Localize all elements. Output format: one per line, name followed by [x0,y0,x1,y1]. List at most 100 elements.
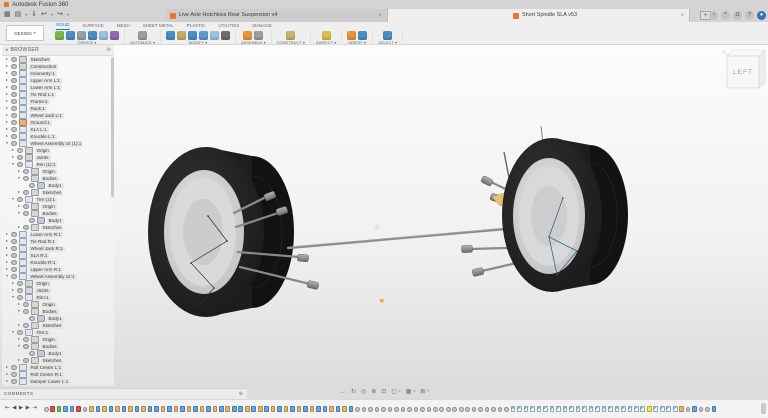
look-at-icon[interactable]: ◎ [361,389,366,395]
joint-icon[interactable] [433,407,438,412]
browser-item[interactable]: ▸Roll Center R:1 [2,371,114,378]
browser-item[interactable]: ▸Tie Rod R:1 [2,238,114,245]
browser-item[interactable]: ▸Sketches [2,224,114,231]
expand-arrow-icon[interactable]: ▸ [5,114,9,118]
joint-origin-icon[interactable] [666,406,671,412]
joint-origin-icon[interactable] [628,406,633,412]
joint-icon[interactable] [44,407,49,412]
feature-blue-icon[interactable] [692,406,697,412]
feature-tan-icon[interactable] [213,406,218,412]
expand-arrow-icon[interactable]: ▾ [17,310,21,314]
expand-arrow-icon[interactable]: ▸ [17,226,21,230]
browser-item[interactable]: ▸Origin [2,301,114,308]
joint-icon[interactable] [388,407,393,412]
browser-item[interactable]: ▾Wheel Assembly v2 (1):1 [2,140,114,147]
visibility-eye-icon[interactable] [11,64,17,70]
view-cube-home-icon[interactable]: ⌂ [722,49,726,56]
feature-blue-icon[interactable] [264,406,269,412]
insert-tool-icon-2[interactable] [358,31,367,40]
joint-origin-icon[interactable] [634,406,639,412]
visibility-eye-icon[interactable] [11,57,17,63]
feature-green-icon[interactable] [57,406,62,412]
grid-and-snaps-icon[interactable]: ▦ [406,389,412,395]
browser-item[interactable]: ▸Wheel Jack R:1 [2,245,114,252]
document-tab[interactable]: Short Spindle SLA v53× [388,9,690,22]
modify-tool-icon-1[interactable] [166,31,175,40]
viewports-icon-caret[interactable]: ▾ [427,390,429,394]
browser-item[interactable]: ▸SLA L:1 [2,126,114,133]
browser-item[interactable]: ▸Sketches [2,322,114,329]
feature-tan-icon[interactable] [89,406,94,412]
visibility-eye-icon[interactable] [23,309,29,315]
browser-item[interactable]: ▸Joints [2,287,114,294]
visibility-eye-icon[interactable] [11,127,17,133]
expand-arrow-icon[interactable]: ▾ [17,177,21,181]
joint-origin-icon[interactable] [511,406,516,412]
help-icon[interactable]: ? [745,11,754,20]
joint-icon[interactable] [381,407,386,412]
expand-arrow-icon[interactable]: ▸ [5,233,9,237]
browser-scrollbar[interactable] [111,57,114,197]
origin-marker-dot[interactable] [380,299,384,303]
browser-item[interactable]: ▸Roll Center L:1 [2,364,114,371]
ribbon-tab-utilities[interactable]: UTILITIES [218,24,239,29]
visibility-eye-icon[interactable] [11,92,17,98]
browser-item[interactable]: ▸SLA R:1 [2,252,114,259]
visibility-eye-icon[interactable] [17,197,23,203]
visibility-eye-icon[interactable] [17,155,23,161]
expand-arrow-icon[interactable]: ▸ [5,65,9,69]
browser-item[interactable]: Body1 [2,182,114,189]
visibility-eye-icon[interactable] [23,176,29,182]
browser-item[interactable]: ▾Bodies [2,343,114,350]
expand-arrow-icon[interactable]: ▸ [5,240,9,244]
joint-icon[interactable] [427,407,432,412]
tab-close-icon[interactable]: × [378,13,382,19]
joint-origin-icon[interactable] [537,406,542,412]
expand-arrow-icon[interactable]: ▸ [11,156,15,160]
assemble-tool-icon-1[interactable] [243,31,252,40]
create-tool-icon-2[interactable] [66,31,75,40]
extensions-icon[interactable]: * [721,11,730,20]
notifications-bell-icon[interactable]: Ω [733,11,742,20]
visibility-eye-icon[interactable] [23,337,29,343]
expand-arrow-icon[interactable]: ▸ [5,72,9,76]
browser-item[interactable]: ▸Origin [2,203,114,210]
browser-item[interactable]: ▾Wheel Assembly v2:1 [2,273,114,280]
timeline-scrollbar[interactable] [761,403,766,414]
browser-item[interactable]: ▸Joints [2,154,114,161]
feature-blue-icon[interactable] [135,406,140,412]
joint-origin-icon[interactable] [595,406,600,412]
feature-blue-icon[interactable] [63,406,68,412]
browser-item[interactable]: ▸Lower Arm R:1 [2,231,114,238]
visibility-eye-icon[interactable] [17,288,23,294]
visibility-eye-icon[interactable] [11,99,17,105]
modify-tool-icon-5[interactable] [210,31,219,40]
feature-tan-icon[interactable] [329,406,334,412]
expand-arrow-icon[interactable]: ▸ [5,254,9,258]
feature-blue-icon[interactable] [96,406,101,412]
browser-item[interactable]: ▸Sketches [2,189,114,196]
feature-tan-icon[interactable] [187,406,192,412]
feature-tan-icon[interactable] [258,406,263,412]
feature-blue-icon[interactable] [277,406,282,412]
step-back-button[interactable]: ◀ [12,406,16,412]
browser-item[interactable]: ▾Tire (1):1 [2,196,114,203]
ribbon-tab-sheet-metal[interactable]: SHEET METAL [143,24,174,29]
visibility-eye-icon[interactable] [11,365,17,371]
visibility-eye-icon[interactable] [29,218,35,224]
joint-icon[interactable] [420,407,425,412]
visibility-eye-icon[interactable] [11,106,17,112]
feature-tan-icon[interactable] [342,406,347,412]
user-avatar[interactable]: ● [757,11,766,20]
feature-blue-icon[interactable] [109,406,114,412]
undo-icon[interactable]: ↩ [41,11,47,18]
joint-icon[interactable] [362,407,367,412]
joint-origin-icon[interactable] [589,406,594,412]
visibility-eye-icon[interactable] [23,344,29,350]
expand-arrow-icon[interactable]: ▸ [5,268,9,272]
visibility-eye-icon[interactable] [23,190,29,196]
feature-tan-icon[interactable] [115,406,120,412]
feature-tan-icon[interactable] [174,406,179,412]
visibility-eye-icon[interactable] [23,302,29,308]
ribbon-tab-mesh[interactable]: MESH [117,24,130,29]
